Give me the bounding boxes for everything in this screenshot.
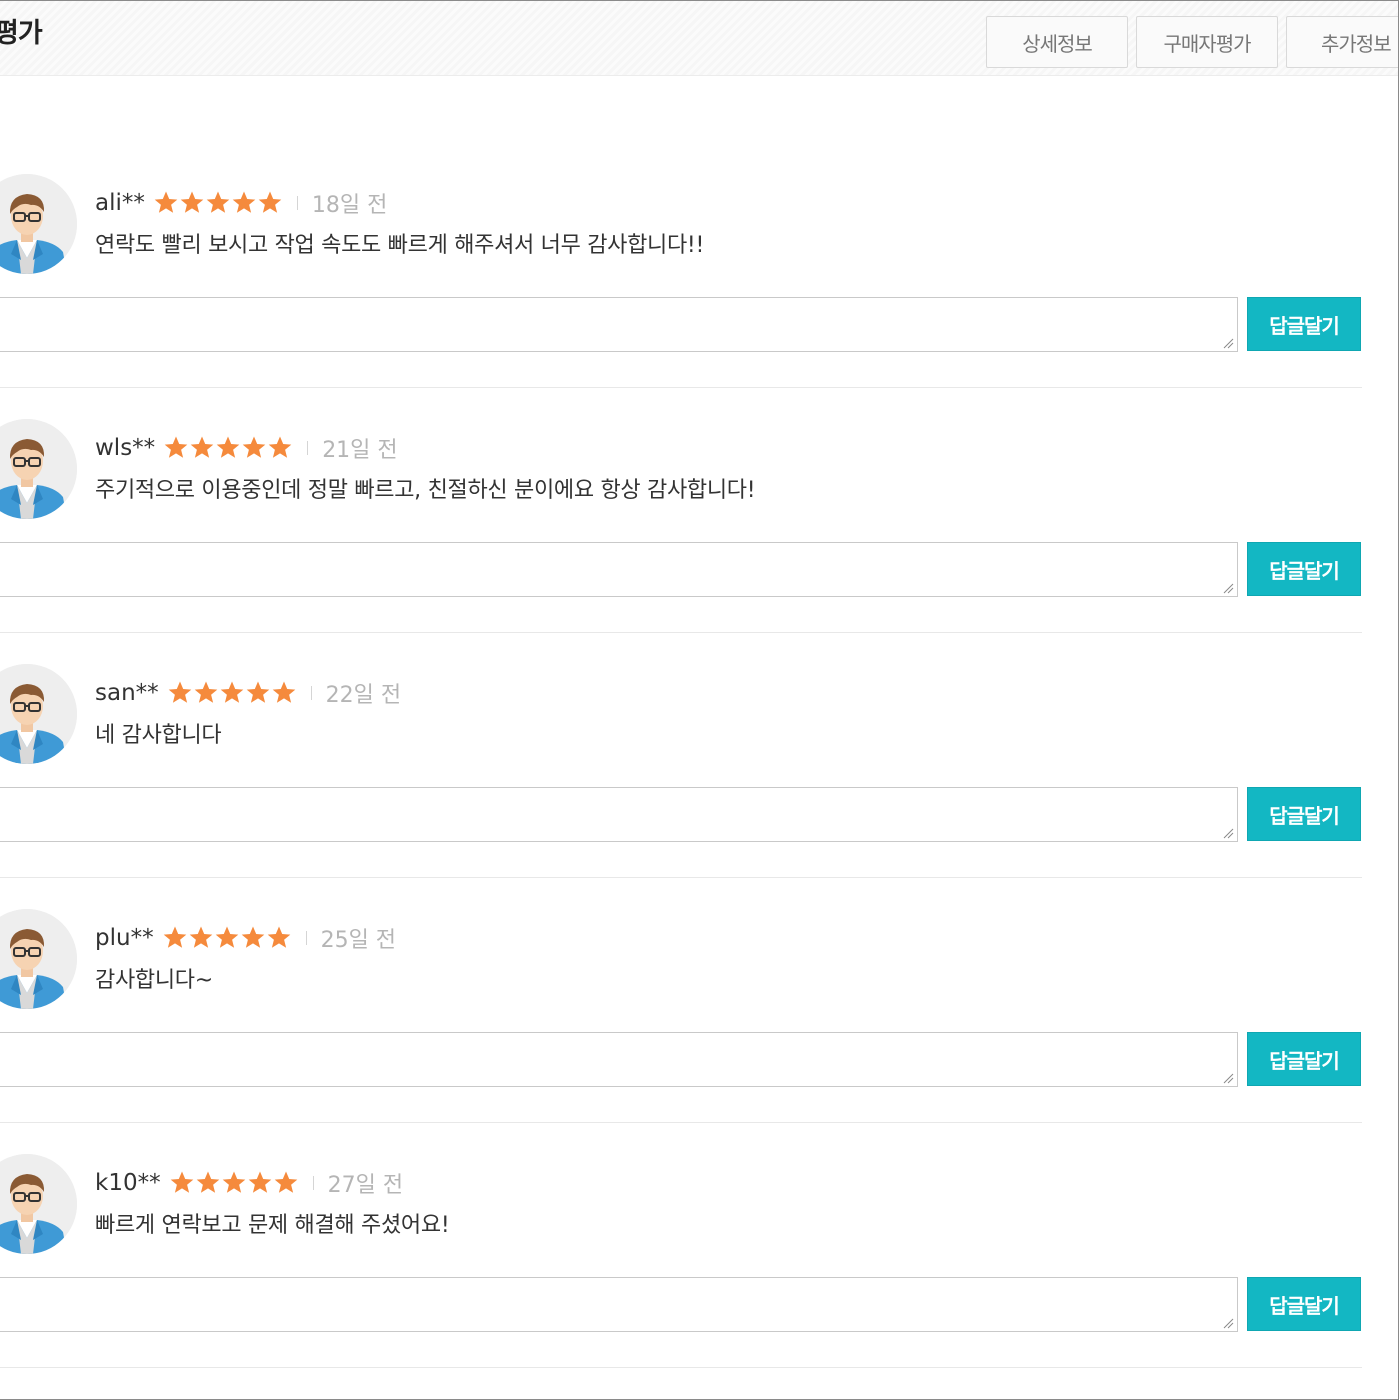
star-icon [273,1170,299,1196]
review-header: 평가 상세정보 구매자평가 추가정보 [0,1,1398,76]
review-date: 27일 전 [327,1173,404,1198]
reply-button[interactable]: 답글달기 [1247,1032,1361,1086]
review-divider [0,1367,1362,1368]
rating-stars [162,925,292,951]
star-icon [162,925,188,951]
rating-stars [153,190,283,216]
rating-stars [163,435,293,461]
tab-buyer-reviews[interactable]: 구매자평가 [1136,16,1278,68]
user-avatar-icon [0,419,77,519]
star-icon [167,680,193,706]
review-meta: plu** 25일 전 [95,923,396,953]
rating-stars [167,680,297,706]
divider [305,931,307,945]
review-meta: k10** 27일 전 [95,1168,403,1198]
review-date: 21일 전 [322,438,398,463]
review-comment: 주기적으로 이용중인데 정말 빠르고, 친절하신 분이에요 항상 감사합니다! [95,478,756,503]
star-icon [231,190,257,216]
review-meta: wls** 21일 전 [95,433,398,463]
reply-input[interactable] [0,787,1238,842]
review-divider [0,387,1362,388]
user-avatar-icon [0,664,77,764]
review-meta: ali** 18일 전 [95,188,387,218]
reply-button[interactable]: 답글달기 [1247,297,1361,351]
avatar [0,664,77,764]
star-icon [195,1170,221,1196]
review-item: ali** 18일 전 연락도 빨리 보시고 작업 속도도 빠르게 해주셔서 너… [0,174,1362,424]
review-item: k10** 27일 전 빠르게 연락보고 문제 해결해 주셨어요! 답글달기 [0,1154,1362,1399]
username: ali** [95,190,145,216]
star-icon [241,435,267,461]
star-icon [205,190,231,216]
review-date: 22일 전 [325,683,402,708]
avatar [0,1154,77,1254]
divider [307,441,309,455]
review-item: san** 22일 전 네 감사합니다 답글달기 [0,664,1362,914]
star-icon [214,925,240,951]
review-divider [0,1122,1362,1123]
divider [296,196,298,210]
reply-button[interactable]: 답글달기 [1247,1277,1361,1331]
reply-input[interactable] [0,297,1238,352]
reply-input[interactable] [0,1032,1238,1087]
star-icon [247,1170,273,1196]
star-icon [189,435,215,461]
star-icon [193,680,219,706]
star-icon [219,680,245,706]
review-date: 25일 전 [320,928,397,953]
star-icon [153,190,179,216]
review-date: 18일 전 [311,193,388,218]
star-icon [257,190,283,216]
reply-button[interactable]: 답글달기 [1247,542,1361,596]
star-icon [271,680,297,706]
section-title: 평가 [0,18,43,49]
star-icon [240,925,266,951]
review-divider [0,877,1362,878]
divider [312,1176,314,1190]
user-avatar-icon [0,909,77,1009]
reply-input[interactable] [0,542,1238,597]
username: san** [95,680,159,706]
avatar [0,174,77,274]
reply-input[interactable] [0,1277,1238,1332]
review-divider [0,632,1362,633]
star-icon [267,435,293,461]
star-icon [215,435,241,461]
username: wls** [95,435,156,461]
star-icon [245,680,271,706]
divider [310,686,312,700]
review-comment: 연락도 빨리 보시고 작업 속도도 빠르게 해주셔서 너무 감사합니다!! [95,233,704,258]
review-comment: 감사합니다~ [95,968,213,993]
review-item: wls** 21일 전 주기적으로 이용중인데 정말 빠르고, 친절하신 분이에… [0,419,1362,669]
reply-button[interactable]: 답글달기 [1247,787,1361,841]
tab-additional-info[interactable]: 추가정보 [1286,16,1398,68]
star-icon [266,925,292,951]
star-icon [179,190,205,216]
review-item: plu** 25일 전 감사합니다~ 답글달기 [0,909,1362,1159]
tab-detail-info[interactable]: 상세정보 [986,16,1128,68]
star-icon [221,1170,247,1196]
username: k10** [95,1170,161,1196]
review-comment: 네 감사합니다 [95,723,222,748]
star-icon [163,435,189,461]
star-icon [169,1170,195,1196]
user-avatar-icon [0,1154,77,1254]
review-meta: san** 22일 전 [95,678,401,708]
rating-stars [169,1170,299,1196]
review-panel: 평가 상세정보 구매자평가 추가정보 ali** [0,0,1399,1400]
star-icon [188,925,214,951]
user-avatar-icon [0,174,77,274]
avatar [0,909,77,1009]
review-comment: 빠르게 연락보고 문제 해결해 주셨어요! [95,1213,450,1238]
avatar [0,419,77,519]
username: plu** [95,925,154,951]
